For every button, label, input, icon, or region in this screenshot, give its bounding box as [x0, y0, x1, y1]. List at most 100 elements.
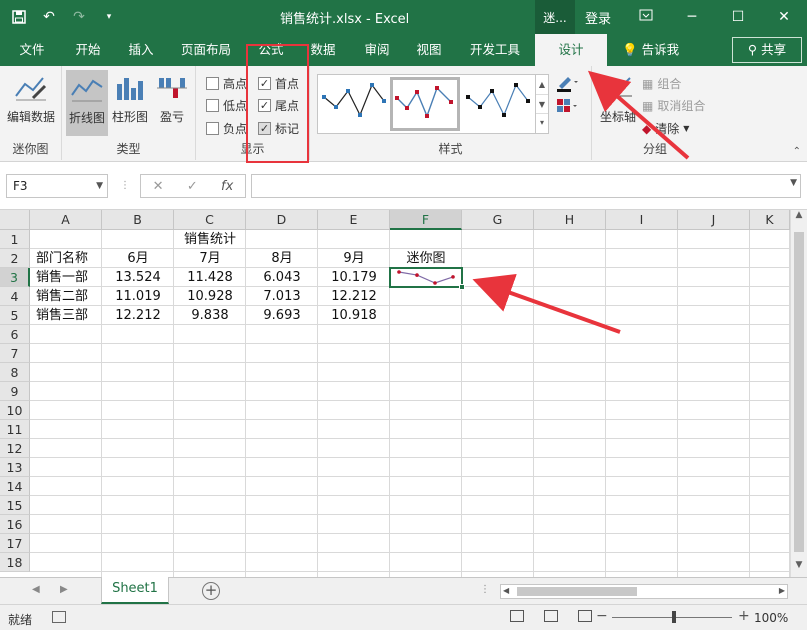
- col-header-k[interactable]: K: [750, 210, 790, 230]
- row-header-6[interactable]: 6: [0, 325, 30, 344]
- cell-d4[interactable]: 7.013: [246, 287, 318, 306]
- collapse-ribbon-icon[interactable]: ⌃: [793, 146, 801, 157]
- cell-f3[interactable]: [389, 267, 465, 290]
- tab-home[interactable]: 开始: [64, 34, 112, 66]
- row-header-7[interactable]: 7: [0, 344, 30, 363]
- cell-e2[interactable]: 9月: [318, 249, 390, 268]
- cell-a5[interactable]: 销售三部: [32, 306, 102, 325]
- group-button[interactable]: ▦ 组合: [642, 75, 681, 92]
- cell-a3[interactable]: 销售一部: [32, 268, 102, 287]
- fill-handle[interactable]: [459, 284, 465, 290]
- row-header-16[interactable]: 16: [0, 515, 30, 534]
- scroll-left-icon[interactable]: ◀: [503, 586, 509, 595]
- high-point-box[interactable]: [206, 77, 219, 90]
- zoom-slider-knob[interactable]: [672, 611, 676, 623]
- horizontal-scrollbar[interactable]: ◀ ▶: [500, 584, 788, 599]
- row-header-8[interactable]: 8: [0, 363, 30, 382]
- style-option-3[interactable]: [464, 77, 534, 131]
- next-sheet-icon[interactable]: ▶: [60, 584, 68, 595]
- row-header-18[interactable]: 18: [0, 553, 30, 572]
- page-break-view-icon[interactable]: [578, 610, 592, 622]
- cell-c5[interactable]: 9.838: [174, 306, 246, 325]
- restore-button[interactable]: ☐: [715, 9, 761, 25]
- cell-e3[interactable]: 10.179: [318, 268, 390, 287]
- tab-review[interactable]: 审阅: [354, 34, 400, 66]
- tab-page-layout[interactable]: 页面布局: [172, 34, 240, 66]
- gallery-down-icon[interactable]: ▼: [536, 94, 548, 113]
- vertical-scroll-thumb[interactable]: [794, 232, 804, 552]
- clear-button[interactable]: ◆ 清除 ▼: [642, 120, 689, 137]
- row-header-5[interactable]: 5: [0, 306, 30, 325]
- zoom-out-icon[interactable]: −: [596, 608, 608, 624]
- scroll-up-icon[interactable]: ▲: [791, 210, 807, 227]
- col-header-b[interactable]: B: [102, 210, 174, 230]
- name-box[interactable]: F3 ▼: [6, 174, 108, 198]
- prev-sheet-icon[interactable]: ◀: [32, 584, 40, 595]
- cell-e5[interactable]: 10.918: [318, 306, 390, 325]
- enter-icon[interactable]: ✓: [187, 179, 198, 194]
- cell-c2[interactable]: 7月: [174, 249, 246, 268]
- style-option-1[interactable]: [320, 77, 390, 131]
- cell-b4[interactable]: 11.019: [102, 287, 174, 306]
- cell-a2[interactable]: 部门名称: [32, 249, 102, 268]
- row-header-4[interactable]: 4: [0, 287, 30, 306]
- redo-icon[interactable]: ↷: [68, 7, 90, 27]
- cell-a4[interactable]: 销售二部: [32, 287, 102, 306]
- insert-function-icon[interactable]: fx: [221, 179, 233, 194]
- low-point-box[interactable]: [206, 99, 219, 112]
- cell-b5[interactable]: 12.212: [102, 306, 174, 325]
- row-header-3[interactable]: 3: [0, 268, 30, 287]
- high-point-checkbox[interactable]: 高点: [206, 75, 247, 92]
- row-header-12[interactable]: 12: [0, 439, 30, 458]
- row-header-15[interactable]: 15: [0, 496, 30, 515]
- select-all-corner[interactable]: [0, 210, 30, 230]
- login-link[interactable]: 登录: [585, 8, 611, 27]
- scroll-down-icon[interactable]: ▼: [791, 560, 807, 577]
- cell-c1[interactable]: 销售统计: [174, 230, 246, 249]
- col-header-f[interactable]: F: [390, 210, 462, 230]
- expand-formula-icon[interactable]: ▼: [790, 178, 797, 188]
- normal-view-icon[interactable]: [510, 610, 524, 622]
- sparkline-color-button[interactable]: [556, 74, 578, 92]
- row-header-17[interactable]: 17: [0, 534, 30, 553]
- col-header-h[interactable]: H: [534, 210, 606, 230]
- tab-split-icon[interactable]: ⋮: [480, 584, 490, 595]
- zoom-level[interactable]: 100%: [754, 611, 788, 625]
- negative-point-checkbox[interactable]: 负点: [206, 120, 247, 137]
- minimize-button[interactable]: ─: [669, 9, 715, 25]
- row-header-2[interactable]: 2: [0, 249, 30, 268]
- chevron-down-icon[interactable]: ▼: [96, 175, 103, 197]
- scroll-right-icon[interactable]: ▶: [779, 586, 785, 595]
- low-point-checkbox[interactable]: 低点: [206, 97, 247, 114]
- cell-d3[interactable]: 6.043: [246, 268, 318, 287]
- negative-point-box[interactable]: [206, 122, 219, 135]
- add-sheet-icon[interactable]: +: [202, 582, 220, 600]
- tell-me[interactable]: 💡 告诉我: [622, 34, 679, 66]
- row-header-1[interactable]: 1: [0, 230, 30, 249]
- row-header-14[interactable]: 14: [0, 477, 30, 496]
- tab-design[interactable]: 设计: [535, 34, 607, 66]
- col-header-e[interactable]: E: [318, 210, 390, 230]
- row-header-10[interactable]: 10: [0, 401, 30, 420]
- page-layout-view-icon[interactable]: [544, 610, 558, 622]
- cell-d2[interactable]: 8月: [246, 249, 318, 268]
- col-header-a[interactable]: A: [30, 210, 102, 230]
- column-type-button[interactable]: 柱形图: [110, 72, 150, 125]
- cancel-icon[interactable]: ✕: [153, 179, 164, 194]
- save-icon[interactable]: [8, 7, 30, 27]
- row-header-11[interactable]: 11: [0, 420, 30, 439]
- cell-c4[interactable]: 10.928: [174, 287, 246, 306]
- sheet-tab-sheet1[interactable]: Sheet1: [101, 577, 169, 604]
- customize-qat-icon[interactable]: ▾: [98, 7, 120, 27]
- col-header-d[interactable]: D: [246, 210, 318, 230]
- winloss-type-button[interactable]: 盈亏: [152, 72, 192, 125]
- tab-file[interactable]: 文件: [8, 34, 56, 66]
- close-button[interactable]: ✕: [761, 9, 807, 25]
- cell-d5[interactable]: 9.693: [246, 306, 318, 325]
- col-header-i[interactable]: I: [606, 210, 678, 230]
- tab-developer[interactable]: 开发工具: [462, 34, 528, 66]
- col-header-c[interactable]: C: [174, 210, 246, 230]
- cell-f2[interactable]: 迷你图: [390, 249, 462, 268]
- cell-e4[interactable]: 12.212: [318, 287, 390, 306]
- zoom-in-icon[interactable]: +: [738, 608, 750, 624]
